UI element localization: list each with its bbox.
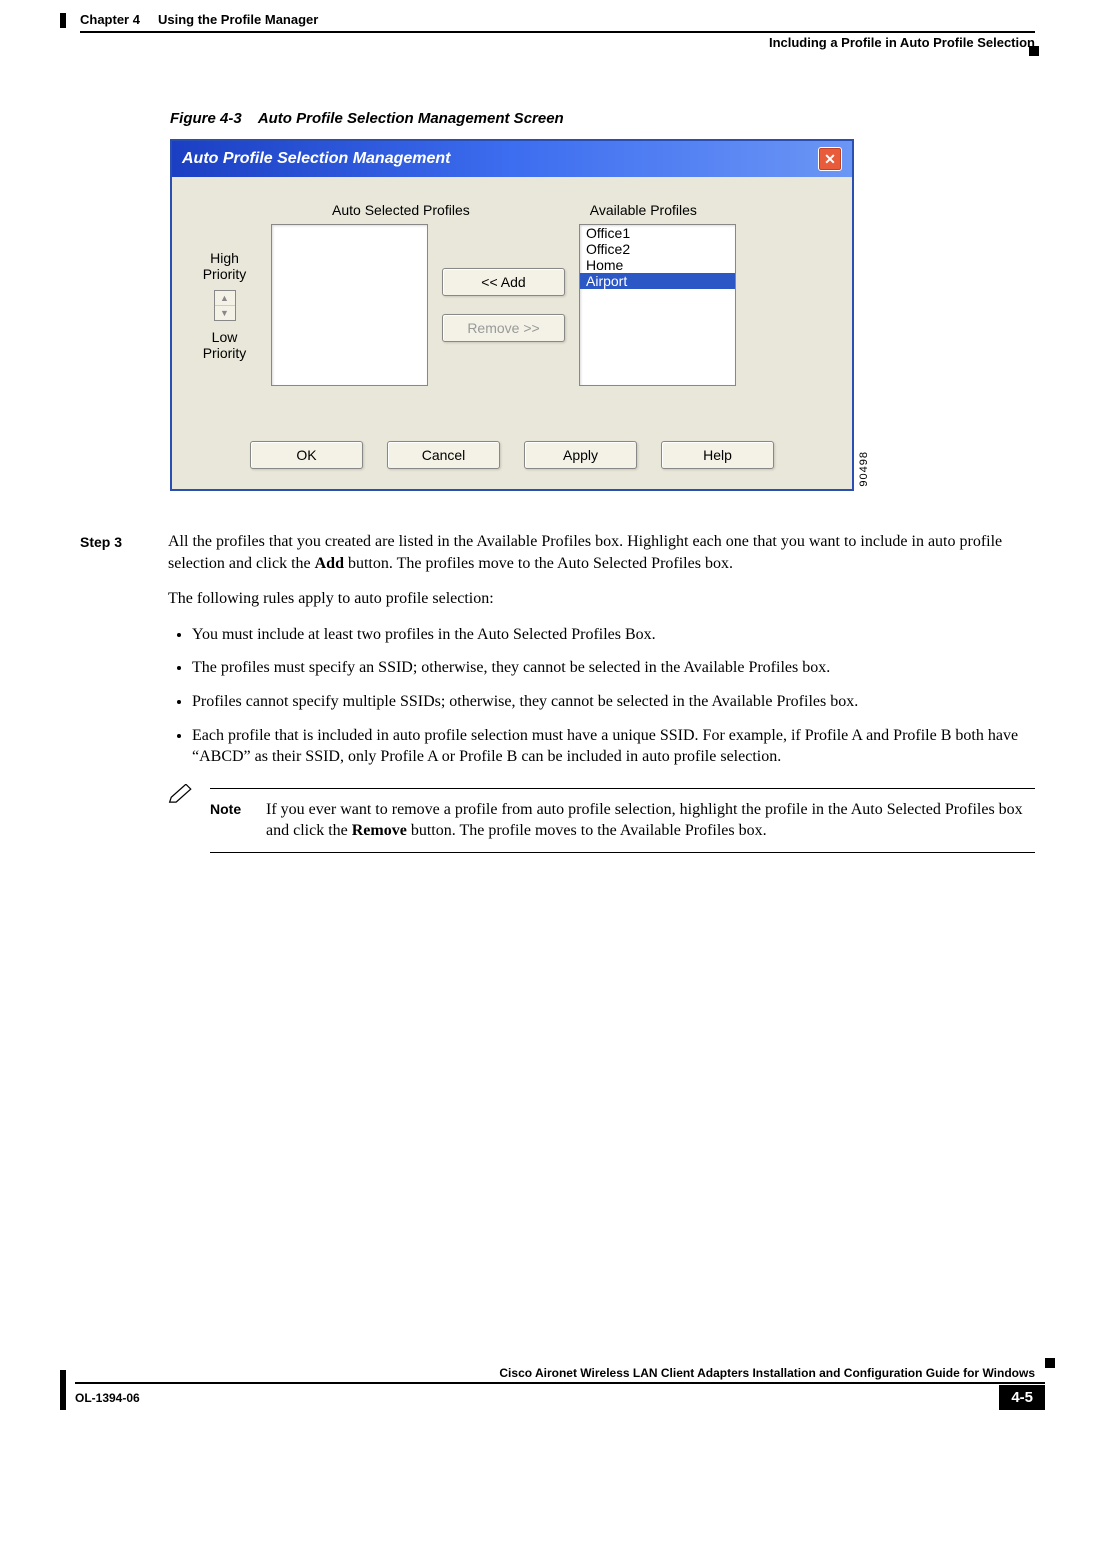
footer-end-square xyxy=(1045,1358,1055,1368)
rule-bullet: The profiles must specify an SSID; other… xyxy=(192,657,1035,679)
add-bold-word: Add xyxy=(315,555,344,572)
note-text: If you ever want to remove a profile fro… xyxy=(266,799,1035,842)
available-listbox[interactable]: Office1Office2HomeAirport xyxy=(579,224,736,386)
figure-side-code: 90498 xyxy=(858,451,870,487)
dialog-titlebar[interactable]: Auto Profile Selection Management ✕ xyxy=(172,141,852,177)
footer-doc-title: Cisco Aironet Wireless LAN Client Adapte… xyxy=(499,1366,1045,1382)
remove-bold-word: Remove xyxy=(352,822,407,839)
page-footer: Cisco Aironet Wireless LAN Client Adapte… xyxy=(75,1366,1045,1410)
remove-button[interactable]: Remove >> xyxy=(442,314,565,342)
step-para-1b: button. The profiles move to the Auto Se… xyxy=(344,555,733,572)
rule-bullet: Each profile that is included in auto pr… xyxy=(192,725,1035,768)
step-para-2: The following rules apply to auto profil… xyxy=(168,588,1035,610)
step-label: Step 3 xyxy=(80,531,140,869)
list-item[interactable]: Office2 xyxy=(580,241,735,257)
figure-number: Figure 4-3 xyxy=(170,110,242,127)
note-text-b: button. The profile moves to the Availab… xyxy=(407,822,767,839)
help-button[interactable]: Help xyxy=(661,441,774,469)
add-button[interactable]: << Add xyxy=(442,268,565,296)
chapter-title: Using the Profile Manager xyxy=(158,12,318,27)
spinner-up-icon[interactable]: ▲ xyxy=(215,291,235,306)
cancel-button[interactable]: Cancel xyxy=(387,441,500,469)
section-title: Including a Profile in Auto Profile Sele… xyxy=(80,35,1035,50)
header-accent-bar xyxy=(60,13,66,28)
list-item[interactable]: Office1 xyxy=(580,225,735,241)
rule-bullet: You must include at least two profiles i… xyxy=(192,624,1035,646)
header-rule xyxy=(80,31,1035,33)
priority-spinner[interactable]: ▲ ▼ xyxy=(214,290,236,321)
figure-title: Auto Profile Selection Management Screen xyxy=(258,110,564,127)
ok-button[interactable]: OK xyxy=(250,441,363,469)
available-label: Available Profiles xyxy=(590,202,697,218)
rule-bullet: Profiles cannot specify multiple SSIDs; … xyxy=(192,691,1035,713)
auto-selected-label: Auto Selected Profiles xyxy=(332,202,470,218)
list-item[interactable]: Airport xyxy=(580,273,735,289)
apply-button[interactable]: Apply xyxy=(524,441,637,469)
note-label: Note xyxy=(210,799,250,842)
low-priority-label: Low Priority xyxy=(192,329,257,361)
high-priority-label: High Priority xyxy=(192,250,257,282)
header-end-square xyxy=(1029,46,1039,56)
rules-bullet-list: You must include at least two profiles i… xyxy=(168,624,1035,768)
note-rule-top xyxy=(210,788,1035,789)
chapter-number: Chapter 4 xyxy=(80,12,140,27)
footer-accent-bar xyxy=(60,1370,66,1410)
dialog-window: Auto Profile Selection Management ✕ Auto… xyxy=(170,139,854,491)
step-para-1: All the profiles that you created are li… xyxy=(168,531,1035,574)
auto-selected-listbox[interactable] xyxy=(271,224,428,386)
note-rule-bottom xyxy=(210,852,1035,853)
list-item[interactable]: Home xyxy=(580,257,735,273)
spinner-down-icon[interactable]: ▼ xyxy=(215,306,235,320)
page-header: Chapter 4 Using the Profile Manager xyxy=(80,0,1035,31)
dialog-title: Auto Profile Selection Management xyxy=(182,150,450,168)
footer-rule xyxy=(75,1382,1045,1384)
close-icon[interactable]: ✕ xyxy=(818,147,842,171)
figure-caption: Figure 4-3 Auto Profile Selection Manage… xyxy=(170,110,1035,127)
page-number: 4-5 xyxy=(999,1385,1045,1410)
note-pencil-icon xyxy=(168,784,194,804)
footer-doc-id: OL-1394-06 xyxy=(75,1391,140,1405)
